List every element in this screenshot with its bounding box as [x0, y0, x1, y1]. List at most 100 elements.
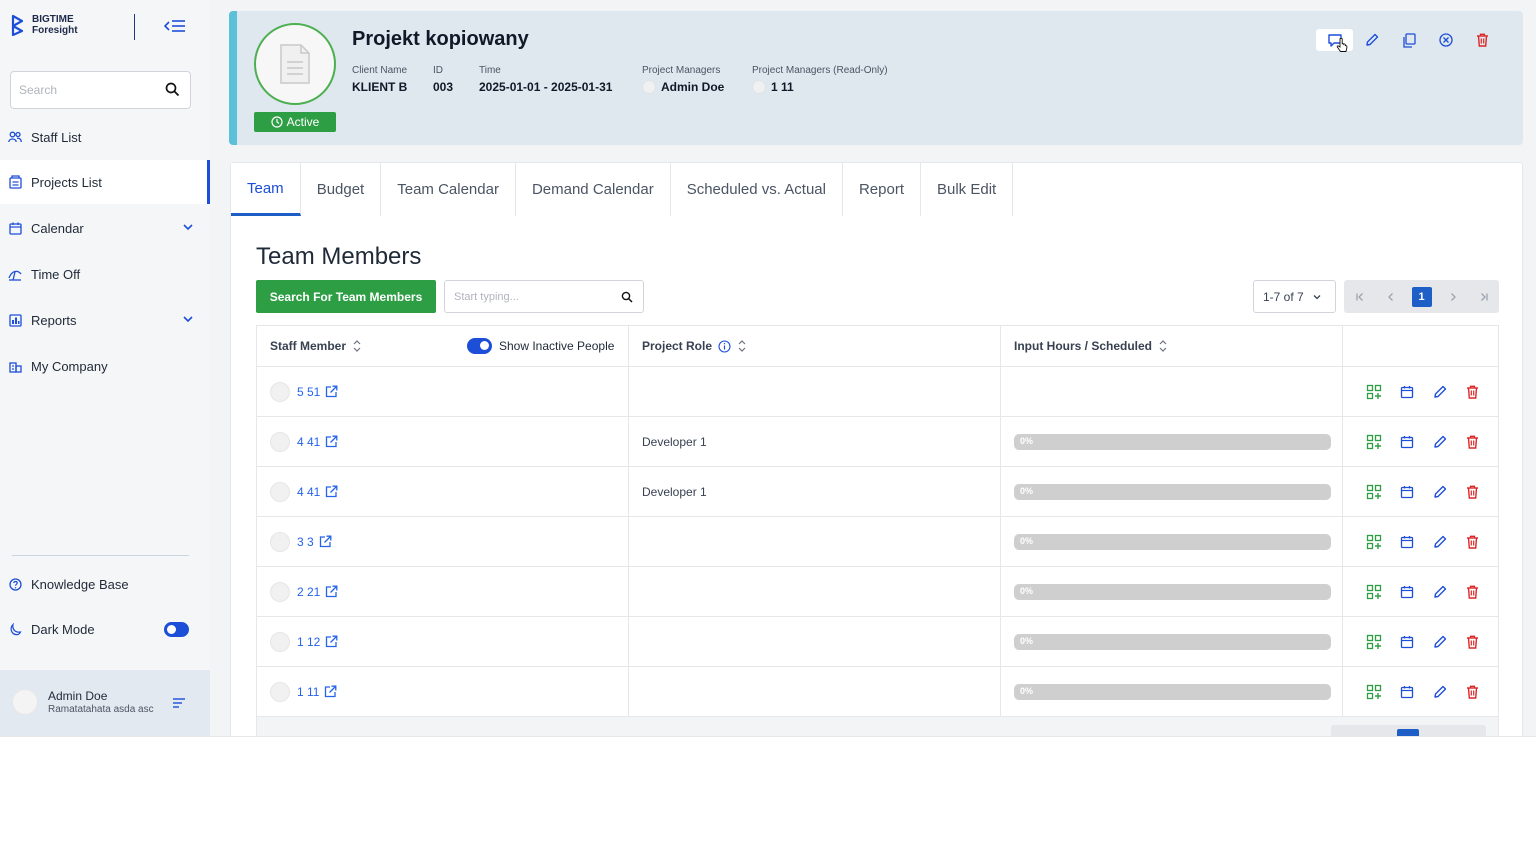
calendar-icon — [1400, 535, 1413, 548]
edit-member-button[interactable] — [1430, 682, 1449, 701]
external-link-icon[interactable] — [325, 435, 338, 448]
page-1-button[interactable]: 1 — [1406, 280, 1437, 313]
tab-team[interactable]: Team — [231, 163, 301, 216]
first-page-button[interactable] — [1344, 280, 1375, 313]
edit-button[interactable] — [1353, 29, 1390, 51]
footer-pagination — [1331, 725, 1486, 736]
add-assignment-icon — [1366, 634, 1381, 649]
page-size-value: 1-7 of 7 — [1263, 289, 1304, 304]
close-project-button[interactable] — [1427, 29, 1464, 51]
hours-cell: 0% — [1001, 517, 1343, 566]
add-assignment-button[interactable] — [1364, 582, 1383, 601]
info-icon[interactable] — [718, 339, 731, 353]
search-team-members-button[interactable]: Search For Team Members — [256, 280, 436, 313]
avatar[interactable] — [12, 689, 38, 715]
external-link-icon[interactable] — [324, 685, 337, 698]
delete-member-button[interactable] — [1463, 632, 1482, 651]
delete-member-button[interactable] — [1463, 382, 1482, 401]
external-link-icon[interactable] — [319, 535, 332, 548]
add-assignment-button[interactable] — [1364, 532, 1383, 551]
sidebar-item-calendar[interactable]: Calendar — [0, 206, 210, 250]
tab-team-calendar[interactable]: Team Calendar — [381, 163, 516, 216]
filter-menu-icon[interactable] — [172, 697, 186, 709]
delete-project-button[interactable] — [1464, 29, 1501, 51]
delete-member-button[interactable] — [1463, 482, 1482, 501]
column-staff-member[interactable]: Staff Member Show Inactive People — [257, 326, 629, 366]
collapse-sidebar-button[interactable] — [162, 14, 188, 38]
show-inactive-toggle[interactable] — [467, 338, 492, 354]
column-input-hours[interactable]: Input Hours / Scheduled — [1001, 326, 1343, 366]
search-icon[interactable] — [165, 82, 180, 97]
schedule-button[interactable] — [1397, 682, 1416, 701]
calendar-icon — [1400, 435, 1413, 448]
column-project-role[interactable]: Project Role — [629, 326, 1001, 366]
external-link-icon[interactable] — [325, 635, 338, 648]
id-meta: ID 003 — [433, 65, 453, 94]
schedule-button[interactable] — [1397, 482, 1416, 501]
edit-member-button[interactable] — [1430, 482, 1449, 501]
staff-member-link[interactable]: 2 21 — [297, 585, 320, 599]
hours-progress-bar: 0% — [1014, 483, 1331, 500]
add-assignment-button[interactable] — [1364, 432, 1383, 451]
tab-scheduled-vs-actual[interactable]: Scheduled vs. Actual — [670, 163, 843, 216]
member-search — [444, 280, 644, 313]
schedule-button[interactable] — [1397, 582, 1416, 601]
staff-member-link[interactable]: 4 41 — [297, 485, 320, 499]
staff-member-link[interactable]: 3 3 — [297, 535, 314, 549]
tab-budget[interactable]: Budget — [300, 163, 382, 216]
add-assignment-button[interactable] — [1364, 482, 1383, 501]
edit-member-button[interactable] — [1430, 532, 1449, 551]
delete-member-button[interactable] — [1463, 682, 1482, 701]
copy-button[interactable] — [1390, 29, 1427, 51]
add-assignment-button[interactable] — [1364, 682, 1383, 701]
edit-member-button[interactable] — [1430, 632, 1449, 651]
delete-member-button[interactable] — [1463, 582, 1482, 601]
tab-report[interactable]: Report — [842, 163, 921, 216]
external-link-icon[interactable] — [325, 385, 338, 398]
prev-page-button[interactable] — [1375, 280, 1406, 313]
schedule-button[interactable] — [1397, 632, 1416, 651]
schedule-button[interactable] — [1397, 532, 1416, 551]
edit-member-button[interactable] — [1430, 432, 1449, 451]
column-label: Project Role — [642, 339, 713, 353]
edit-member-button[interactable] — [1430, 582, 1449, 601]
external-link-icon[interactable] — [325, 485, 338, 498]
staff-member-link[interactable]: 4 41 — [297, 435, 320, 449]
actions-cell — [1343, 367, 1498, 416]
sidebar-item-my-company[interactable]: My Company — [0, 344, 210, 388]
clock-icon — [271, 116, 283, 128]
sidebar-item-time-off[interactable]: Time Off — [0, 252, 210, 296]
sidebar-item-projects-list[interactable]: Projects List — [0, 160, 210, 204]
external-link-icon[interactable] — [325, 585, 338, 598]
chat-button[interactable] — [1316, 29, 1353, 52]
sort-icon[interactable] — [737, 339, 747, 353]
add-assignment-icon — [1366, 484, 1381, 499]
schedule-button[interactable] — [1397, 432, 1416, 451]
staff-member-link[interactable]: 5 51 — [297, 385, 320, 399]
edit-member-button[interactable] — [1430, 382, 1449, 401]
schedule-button[interactable] — [1397, 382, 1416, 401]
add-assignment-button[interactable] — [1364, 382, 1383, 401]
page-size-select[interactable]: 1-7 of 7 — [1253, 280, 1336, 313]
sidebar-item-knowledge-base[interactable]: Knowledge Base — [0, 562, 210, 606]
sidebar-item-reports[interactable]: Reports — [0, 298, 210, 342]
delete-member-button[interactable] — [1463, 432, 1482, 451]
last-page-button[interactable] — [1468, 280, 1499, 313]
project-avatar — [254, 23, 336, 105]
add-assignment-button[interactable] — [1364, 632, 1383, 651]
search-icon[interactable] — [621, 291, 633, 303]
sidebar-item-staff-list[interactable]: Staff List — [0, 115, 210, 159]
sort-icon[interactable] — [352, 339, 362, 353]
staff-member-link[interactable]: 1 11 — [297, 685, 319, 699]
delete-member-button[interactable] — [1463, 532, 1482, 551]
brand-logo[interactable]: BIGTIME Foresight — [10, 14, 78, 36]
member-search-input[interactable] — [445, 281, 615, 312]
staff-member-link[interactable]: 1 12 — [297, 635, 320, 649]
tab-bulk-edit[interactable]: Bulk Edit — [921, 163, 1014, 216]
dark-mode-toggle[interactable] — [164, 622, 189, 637]
sidebar-search-input[interactable] — [11, 72, 161, 108]
hours-progress-label: 0% — [1020, 535, 1034, 546]
next-page-button[interactable] — [1437, 280, 1468, 313]
sort-icon[interactable] — [1158, 339, 1168, 353]
tab-demand-calendar[interactable]: Demand Calendar — [515, 163, 671, 216]
